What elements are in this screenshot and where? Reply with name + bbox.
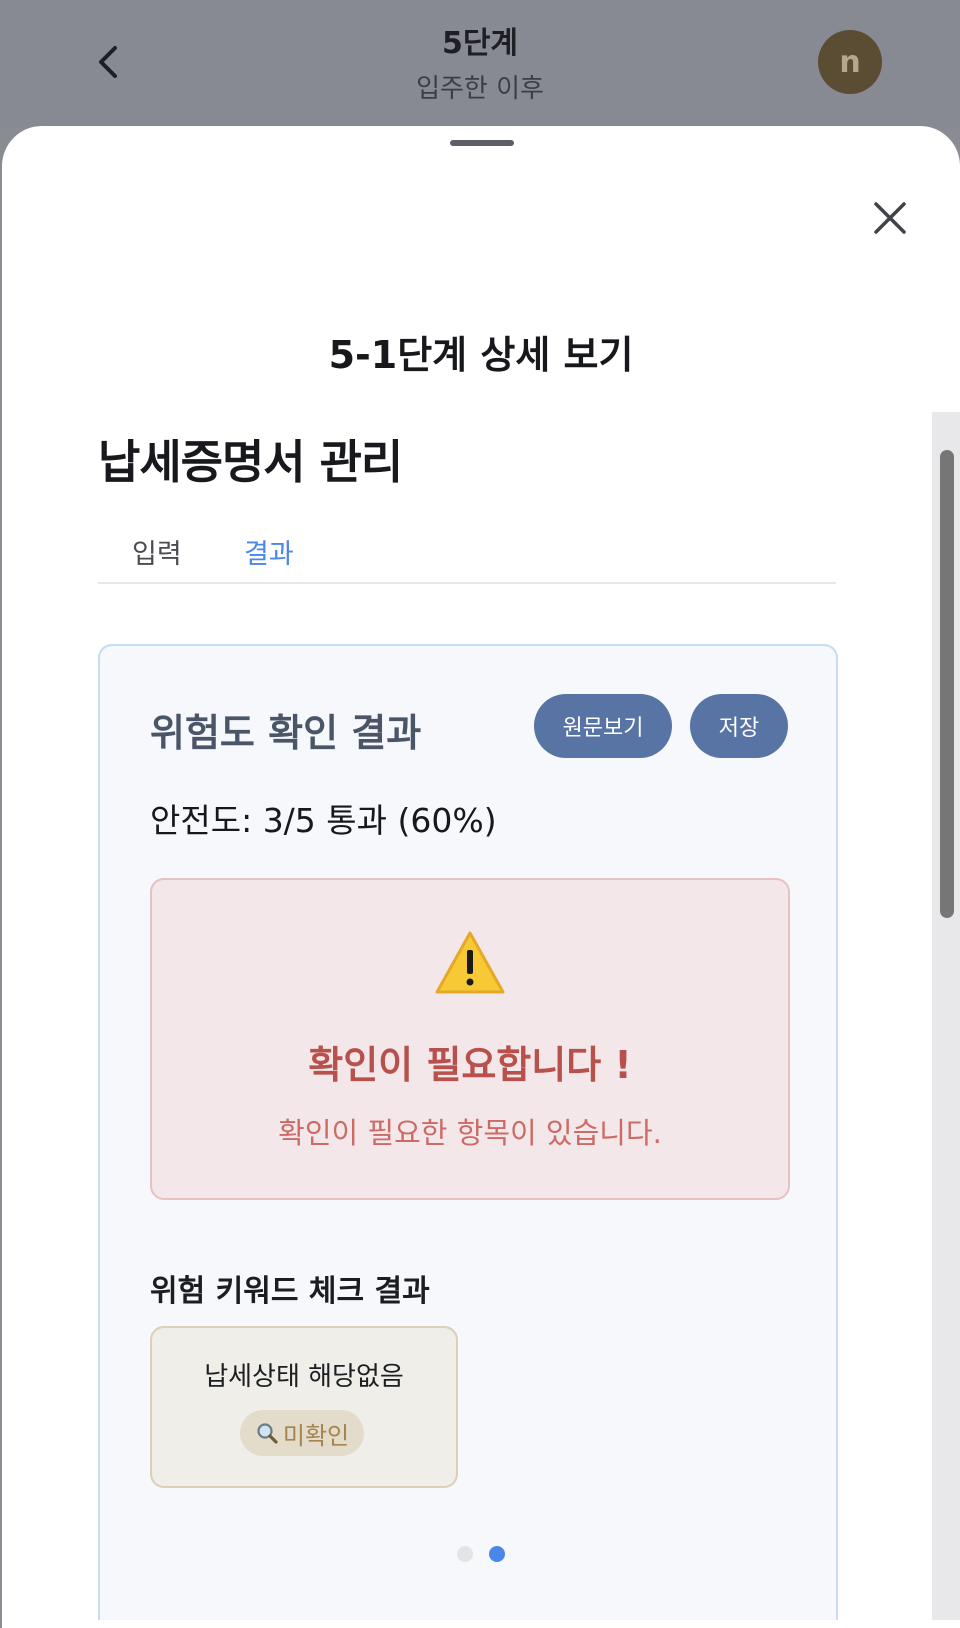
- sheet-title: 5-1단계 상세 보기: [328, 333, 634, 377]
- tab-input[interactable]: 입력: [132, 532, 182, 571]
- alert-description: 확인이 필요한 항목이 있습니다.: [278, 1116, 662, 1150]
- save-button[interactable]: 저장: [690, 694, 788, 758]
- keyword-card[interactable]: 납세상태 해당없음 미확인: [150, 1326, 458, 1488]
- safety-score: 안전도: 3/5 통과 (60%): [150, 801, 497, 840]
- scrollbar-thumb[interactable]: [940, 450, 954, 918]
- top-app-bar: 5단계 입주한 이후 n: [0, 0, 960, 128]
- step-subtitle: 입주한 이후: [416, 74, 544, 104]
- view-original-button[interactable]: 원문보기: [534, 694, 672, 758]
- page-indicator: [2, 1546, 960, 1562]
- sheet-content[interactable]: 납세증명서 관리 입력 결과 위험도 확인 결과 원문보기 저장 안전도: 3/…: [2, 412, 960, 1620]
- keyword-check-heading: 위험 키워드 체크 결과: [150, 1274, 430, 1309]
- result-card: 위험도 확인 결과 원문보기 저장 안전도: 3/5 통과 (60%) 확인이 …: [98, 644, 838, 1620]
- keyword-label: 납세상태 해당없음: [204, 1362, 404, 1392]
- close-button[interactable]: [868, 196, 912, 240]
- warning-alert: 확인이 필요합니다 ! 확인이 필요한 항목이 있습니다.: [150, 878, 790, 1200]
- result-heading: 위험도 확인 결과: [150, 711, 422, 755]
- drag-handle[interactable]: [450, 140, 514, 146]
- avatar[interactable]: n: [818, 30, 882, 94]
- step-title: 5단계: [441, 26, 519, 61]
- status-badge: 미확인: [240, 1410, 364, 1456]
- alert-title: 확인이 필요합니다 !: [308, 1043, 632, 1087]
- bottom-sheet: 5-1단계 상세 보기 납세증명서 관리 입력 결과 위험도 확인 결과 원문보…: [2, 126, 960, 1628]
- tab-result[interactable]: 결과: [244, 532, 294, 571]
- page-dot-2[interactable]: [489, 1546, 505, 1562]
- section-title: 납세증명서 관리: [98, 435, 403, 489]
- magnifier-icon: [257, 1423, 278, 1444]
- warning-icon: [435, 931, 505, 994]
- close-icon: [874, 202, 906, 234]
- status-badge-label: 미확인: [282, 1421, 350, 1450]
- tab-bar: 입력 결과: [98, 518, 836, 584]
- page-dot-1[interactable]: [457, 1546, 473, 1562]
